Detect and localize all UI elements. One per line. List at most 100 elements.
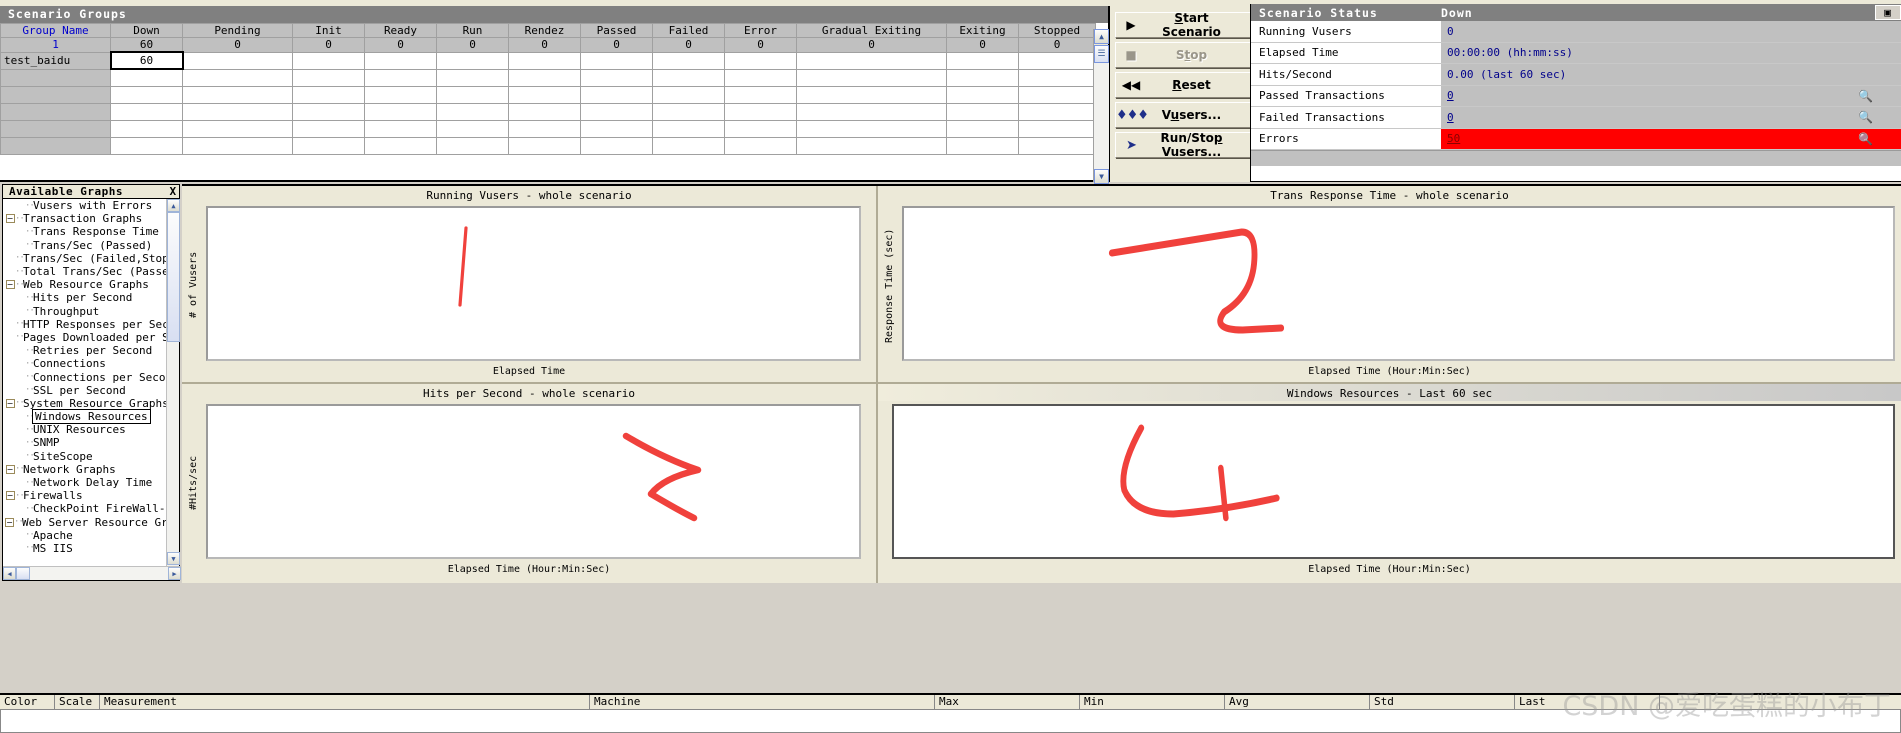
data-cell[interactable] (182, 102, 293, 121)
tree-item-windows-resources[interactable]: ·· Windows Resources (3, 409, 179, 425)
tree-item-web-resource-graphs[interactable]: − ·· Web Resource Graphs (3, 278, 179, 291)
tree-item-network-graphs[interactable]: − ·· Network Graphs (3, 463, 179, 476)
data-cell[interactable] (796, 119, 947, 138)
data-cell[interactable] (436, 136, 509, 155)
table-row-empty[interactable] (0, 136, 1096, 155)
column-header-stopped[interactable]: Stopped (1018, 23, 1096, 38)
data-cell[interactable] (796, 102, 947, 121)
tree-scroll-up-icon[interactable]: ▲ (167, 199, 180, 212)
data-cell[interactable] (436, 85, 509, 104)
data-cell[interactable] (292, 102, 365, 121)
data-cell[interactable] (508, 85, 581, 104)
tree-item-apache[interactable]: ·· Apache (3, 529, 179, 542)
data-cell[interactable] (796, 51, 947, 70)
data-cell[interactable] (436, 102, 509, 121)
column-header-group-name[interactable]: Group Name (0, 23, 111, 38)
column-header-error[interactable]: Error (724, 23, 797, 38)
tree-item-system-resource-graphs[interactable]: − ·· System Resource Graphs (3, 397, 179, 410)
data-cell[interactable] (580, 102, 653, 121)
tree-hscrollbar-thumb[interactable] (16, 567, 30, 580)
data-cell[interactable] (110, 68, 183, 87)
data-cell[interactable] (0, 136, 111, 155)
data-cell[interactable] (364, 68, 437, 87)
tree-scroll-right-icon[interactable]: ▶ (168, 567, 181, 580)
status-value[interactable]: 0 🔍 (1441, 85, 1901, 106)
magnifier-icon[interactable]: 🔍 (1858, 132, 1873, 146)
tree-expander[interactable]: − (5, 280, 15, 290)
data-cell[interactable] (652, 119, 725, 138)
tree-expander[interactable]: − (5, 491, 15, 501)
magnifier-icon[interactable]: 🔍 (1858, 89, 1873, 103)
tree-item-unix-resources[interactable]: ·· UNIX Resources (3, 423, 179, 436)
data-cell[interactable] (364, 51, 437, 70)
column-header-down[interactable]: Down (110, 23, 183, 38)
data-cell[interactable] (110, 119, 183, 138)
table-row-empty[interactable] (0, 102, 1096, 121)
graph-plot-area[interactable] (902, 206, 1895, 361)
tree-scrollbar-track[interactable] (167, 342, 179, 552)
column-header-pending[interactable]: Pending (182, 23, 293, 38)
data-cell[interactable] (724, 119, 797, 138)
data-cell[interactable] (796, 136, 947, 155)
scrollbar-thumb[interactable]: ☰ (1094, 45, 1109, 63)
data-cell[interactable] (508, 119, 581, 138)
tree-item-vusers-with-errors[interactable]: ·· Vusers with Errors (3, 199, 179, 212)
tree-item-trans-response-time[interactable]: ·· Trans Response Time (3, 225, 179, 238)
data-cell[interactable] (580, 119, 653, 138)
column-header-passed[interactable]: Passed (580, 23, 653, 38)
tree-hscrollbar-track[interactable] (30, 567, 168, 580)
status-value-link[interactable]: 0 (1447, 89, 1454, 102)
close-icon[interactable]: X (167, 185, 179, 198)
data-cell[interactable] (508, 136, 581, 155)
column-header-rendez[interactable]: Rendez (508, 23, 581, 38)
legend-column-max[interactable]: Max (935, 695, 1080, 709)
data-cell[interactable] (580, 51, 653, 70)
data-cell[interactable] (0, 85, 111, 104)
tree-scroll-down-icon[interactable]: ▼ (167, 552, 180, 565)
graph-hits-per-second[interactable]: Hits per Second - whole scenario #Hits/s… (182, 384, 876, 583)
data-cell[interactable] (652, 51, 725, 70)
data-cell[interactable] (292, 119, 365, 138)
data-cell[interactable] (436, 51, 509, 70)
data-cell[interactable] (364, 102, 437, 121)
data-cell[interactable] (110, 136, 183, 155)
column-header-exiting[interactable]: Exiting (946, 23, 1019, 38)
data-cell[interactable] (292, 85, 365, 104)
data-cell[interactable] (182, 85, 293, 104)
data-cell[interactable] (946, 85, 1019, 104)
tree-item-network-delay-time[interactable]: ·· Network Delay Time (3, 476, 179, 489)
table-row-empty[interactable] (0, 119, 1096, 138)
data-cell[interactable] (946, 136, 1019, 155)
data-cell[interactable] (110, 102, 183, 121)
data-cell[interactable] (946, 102, 1019, 121)
tree-item-hits-per-second[interactable]: ·· Hits per Second (3, 291, 179, 304)
status-value-link[interactable]: 0 (1447, 111, 1454, 124)
data-cell[interactable] (292, 136, 365, 155)
graph-running-vusers[interactable]: Running Vusers - whole scenario # of Vus… (182, 186, 876, 382)
tree-expander[interactable]: − (5, 214, 15, 224)
legend-column-measurement[interactable]: Measurement (100, 695, 590, 709)
tree-item-firewalls[interactable]: − ·· Firewalls (3, 489, 179, 502)
tree-item-snmp[interactable]: ·· SNMP (3, 436, 179, 449)
tree-expander[interactable]: − (5, 464, 15, 474)
start-scenario-button[interactable]: ▶ Start Scenario (1115, 11, 1252, 39)
data-cell[interactable] (580, 68, 653, 87)
data-cell[interactable] (436, 119, 509, 138)
detach-icon[interactable]: ▣ (1875, 5, 1901, 20)
data-cell[interactable] (1018, 102, 1096, 121)
tree-item-connections-per-second[interactable]: ·· Connections per Second (3, 370, 179, 384)
data-cell[interactable] (724, 102, 797, 121)
data-cell[interactable] (292, 51, 365, 70)
vusers-button[interactable]: ♦♦♦ Vusers... (1115, 102, 1252, 128)
tree-expander[interactable]: − (5, 517, 14, 527)
tree-item-transaction-graphs[interactable]: − ·· Transaction Graphs (3, 212, 179, 225)
data-cell[interactable] (364, 119, 437, 138)
tree-item-pages-downloaded-per-second[interactable]: ··Pages Downloaded per Second (3, 331, 179, 344)
column-header-gradual-exiting[interactable]: Gradual Exiting (796, 23, 947, 38)
tree-item-ms-iis[interactable]: ·· MS IIS (3, 542, 179, 555)
graph-plot-area[interactable] (206, 206, 861, 361)
data-cell[interactable] (1018, 136, 1096, 155)
expand-collapse-icon[interactable]: − (5, 280, 15, 290)
data-cell[interactable] (724, 85, 797, 104)
data-cell[interactable] (946, 51, 1019, 70)
